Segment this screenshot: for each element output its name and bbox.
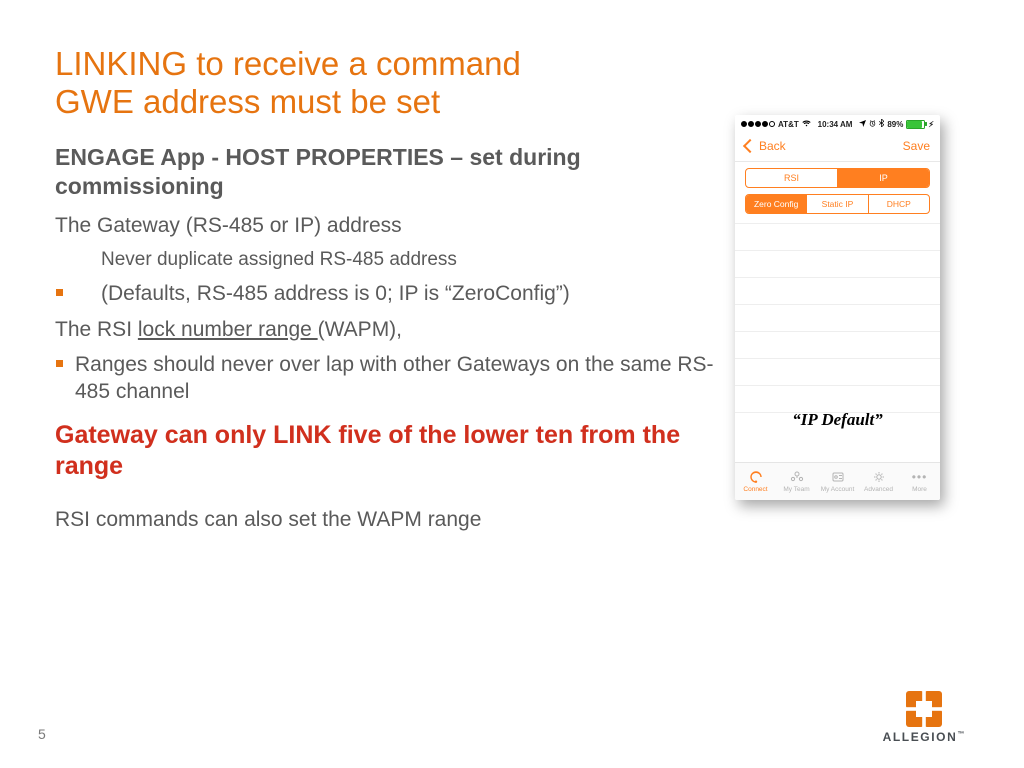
seg-option-ip[interactable]: IP: [838, 169, 929, 187]
list-row: [735, 278, 940, 305]
ip-default-overlay: “IP Default”: [735, 410, 940, 430]
nav-bar: Back Save: [735, 131, 940, 162]
line-never-duplicate: Never duplicate assigned RS-485 address: [101, 248, 715, 273]
tab-myteam-label: My Team: [783, 486, 809, 493]
connect-icon: [749, 470, 763, 484]
phone-screenshot: AT&T 10:34 AM 89% ⚡︎ Back Save: [735, 115, 940, 500]
charging-icon: ⚡︎: [928, 120, 934, 129]
tab-advanced-label: Advanced: [864, 486, 893, 493]
more-icon: •••: [913, 470, 927, 484]
tab-more[interactable]: ••• More: [899, 463, 940, 500]
back-button[interactable]: Back: [745, 139, 786, 153]
slide-body: LINKING to receive a command GWE address…: [55, 45, 715, 541]
back-label: Back: [759, 139, 786, 153]
list-row: [735, 386, 940, 413]
tab-connect[interactable]: Connect: [735, 463, 776, 500]
status-time: 10:34 AM: [818, 120, 853, 129]
signal-dots-icon: [741, 121, 775, 127]
tab-bar: Connect My Team My Account Advanced ••• …: [735, 462, 940, 500]
seg-rsi-ip: RSI IP: [745, 168, 930, 188]
title-line-2: GWE address must be set: [55, 83, 440, 120]
status-bar: AT&T 10:34 AM 89% ⚡︎: [735, 115, 940, 131]
slide-title: LINKING to receive a command GWE address…: [55, 45, 715, 121]
alarm-icon: [869, 120, 876, 129]
tab-connect-label: Connect: [743, 486, 767, 493]
chevron-left-icon: [743, 139, 757, 153]
tab-more-label: More: [912, 486, 927, 493]
line-rsi-range: The RSI lock number range (WAPM),: [55, 316, 715, 343]
seg-option-zeroconfig[interactable]: Zero Config: [746, 195, 807, 213]
battery-icon: [906, 120, 925, 129]
allegion-logo-text: ALLEGION: [883, 730, 958, 744]
line-gateway-address: The Gateway (RS-485 or IP) address: [55, 212, 715, 239]
list-row: [735, 359, 940, 386]
bullet-defaults: (Defaults, RS-485 address is 0; IP is “Z…: [55, 280, 715, 307]
section-heading: ENGAGE App - HOST PROPERTIES – set durin…: [55, 143, 715, 201]
team-icon: [790, 470, 804, 484]
empty-list: [735, 223, 940, 413]
bullet-list-defaults: (Defaults, RS-485 address is 0; IP is “Z…: [55, 280, 715, 307]
list-row: [735, 251, 940, 278]
gear-icon: [872, 470, 886, 484]
bluetooth-icon: [879, 119, 884, 129]
title-line-1: LINKING to receive a command: [55, 45, 521, 82]
line-rsi-commands: RSI commands can also set the WAPM range: [55, 506, 715, 533]
bullet-list-ranges: Ranges should never over lap with other …: [55, 351, 715, 406]
seg-option-dhcp[interactable]: DHCP: [869, 195, 929, 213]
list-row: [735, 224, 940, 251]
list-row: [735, 332, 940, 359]
bullet-ranges: Ranges should never over lap with other …: [55, 351, 715, 406]
rsi-underlined: lock number range: [138, 318, 318, 341]
save-button[interactable]: Save: [903, 139, 930, 153]
trademark-symbol: ™: [957, 731, 966, 738]
seg-option-rsi[interactable]: RSI: [746, 169, 838, 187]
tab-advanced[interactable]: Advanced: [858, 463, 899, 500]
account-icon: [831, 470, 845, 484]
wifi-icon: [802, 120, 811, 129]
battery-pct: 89%: [887, 120, 903, 129]
seg-option-staticip[interactable]: Static IP: [807, 195, 868, 213]
rsi-pre: The RSI: [55, 318, 138, 341]
carrier-label: AT&T: [778, 120, 799, 129]
tab-myteam[interactable]: My Team: [776, 463, 817, 500]
tab-myaccount-label: My Account: [821, 486, 855, 493]
page-number: 5: [38, 726, 46, 742]
seg-ip-mode: Zero Config Static IP DHCP: [745, 194, 930, 214]
list-row: [735, 305, 940, 332]
location-icon: [859, 120, 866, 129]
allegion-logo-icon: [906, 691, 942, 727]
tab-myaccount[interactable]: My Account: [817, 463, 858, 500]
allegion-logo: ALLEGION™: [883, 691, 966, 744]
red-callout: Gateway can only LINK five of the lower …: [55, 420, 715, 483]
rsi-post: (WAPM),: [318, 318, 402, 341]
